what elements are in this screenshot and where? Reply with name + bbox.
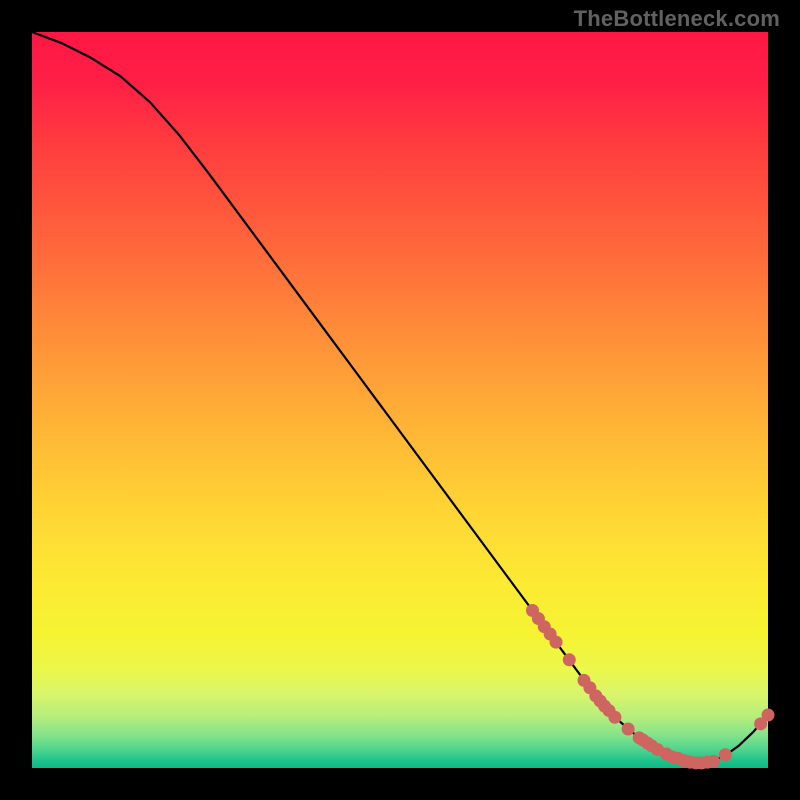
data-marker — [550, 636, 563, 649]
data-marker — [707, 755, 720, 768]
chart-container: TheBottleneck.com — [0, 0, 800, 800]
data-marker — [762, 709, 775, 722]
data-marker — [622, 722, 635, 735]
plot-area — [32, 32, 768, 768]
chart-svg — [0, 0, 800, 800]
data-marker — [608, 711, 621, 724]
data-marker — [719, 748, 732, 761]
data-marker — [563, 653, 576, 666]
watermark-label: TheBottleneck.com — [574, 6, 780, 32]
